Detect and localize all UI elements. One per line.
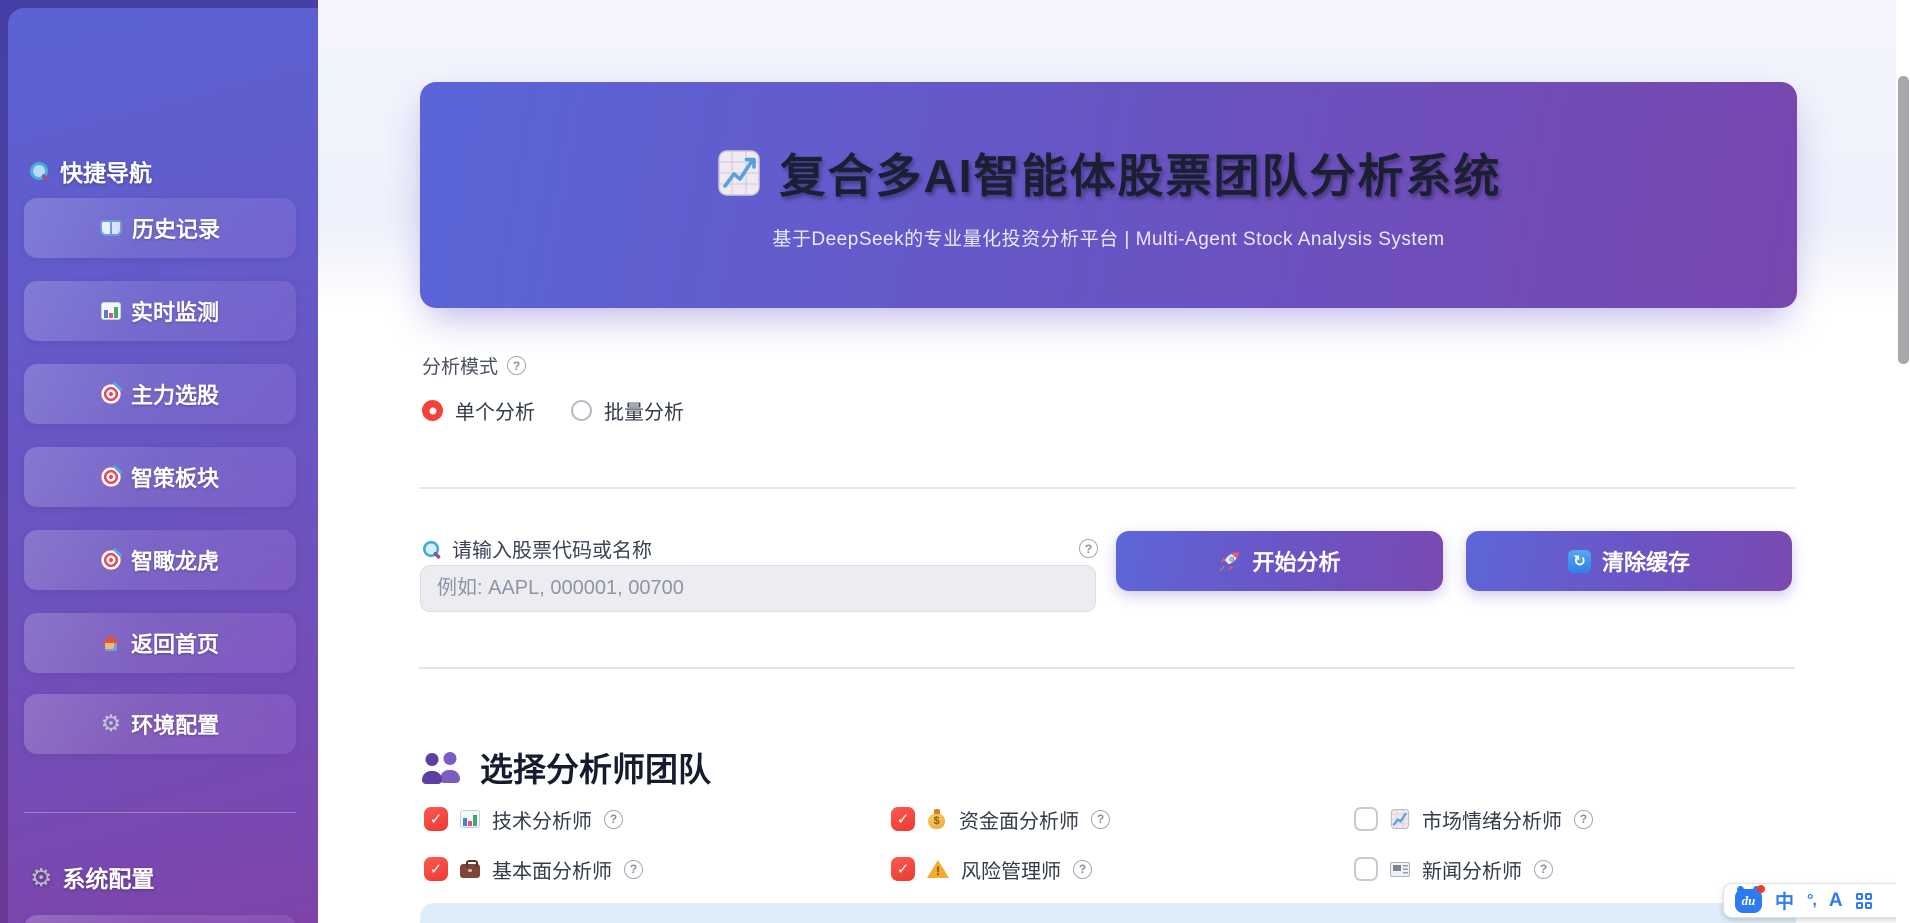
analyst-checkbox-fundamental[interactable]: ✓ 基本面分析师 ? — [424, 855, 891, 884]
team-section-title: 选择分析师团队 — [480, 743, 711, 791]
users-icon — [422, 752, 464, 783]
radio-unselected-icon[interactable] — [571, 400, 592, 421]
help-icon[interactable]: ? — [624, 860, 643, 879]
main-content: 复合多AI智能体股票团队分析系统 基于DeepSeek的专业量化投资分析平台 |… — [318, 0, 1910, 923]
ime-menu-grid-icon[interactable] — [1856, 893, 1872, 909]
sidebar-item-realtime-monitor[interactable]: 实时监测 — [24, 281, 296, 341]
magnifier-icon — [423, 540, 441, 558]
help-icon[interactable]: ? — [1574, 810, 1593, 829]
chart-increasing-icon — [716, 150, 762, 196]
page-title: 复合多AI智能体股票团队分析系统 — [780, 140, 1502, 206]
gear-icon: ⚙ — [30, 865, 52, 890]
sidebar-item-partial[interactable] — [24, 915, 296, 923]
target-icon — [101, 550, 121, 570]
radio-batch-analysis[interactable]: 批量分析 — [571, 396, 684, 425]
bar-chart-icon — [460, 810, 480, 828]
sidebar-divider — [24, 812, 296, 813]
stock-input-label-row: 请输入股票代码或名称 ? — [422, 534, 1098, 563]
book-icon — [100, 220, 122, 236]
checkbox-checked-icon[interactable]: ✓ — [424, 857, 448, 881]
scrollbar-track[interactable] — [1896, 0, 1910, 923]
magnifier-icon — [30, 161, 50, 181]
stock-input-label: 请输入股票代码或名称 — [422, 534, 652, 563]
gear-icon: ⚙ — [101, 713, 122, 736]
analyst-checkbox-market-sentiment[interactable]: 市场情绪分析师 ? — [1354, 805, 1799, 834]
checkbox-checked-icon[interactable]: ✓ — [424, 807, 448, 831]
radio-selected-icon[interactable] — [422, 400, 443, 421]
header-banner: 复合多AI智能体股票团队分析系统 基于DeepSeek的专业量化投资分析平台 |… — [420, 82, 1797, 308]
sidebar-nav-header: 快捷导航 — [30, 154, 152, 188]
warning-icon — [927, 859, 949, 879]
checkbox-checked-icon[interactable]: ✓ — [891, 857, 915, 881]
refresh-icon: ↻ — [1568, 550, 1591, 573]
sidebar-system-header: ⚙ 系统配置 — [30, 860, 154, 894]
target-icon — [101, 384, 121, 404]
help-icon[interactable]: ? — [604, 810, 623, 829]
sidebar-item-env-config[interactable]: ⚙ 环境配置 — [24, 694, 296, 754]
analyst-checkbox-news[interactable]: 新闻分析师 ? — [1354, 855, 1799, 884]
ime-font-button[interactable]: A — [1829, 890, 1843, 912]
briefcase-icon — [460, 864, 480, 878]
help-icon[interactable]: ? — [1079, 539, 1098, 558]
sidebar-item-dragon-tiger[interactable]: 智瞰龙虎 — [24, 530, 296, 590]
help-icon[interactable]: ? — [507, 356, 526, 375]
help-icon[interactable]: ? — [1073, 860, 1092, 879]
sidebar-item-smart-sectors[interactable]: 智策板块 — [24, 447, 296, 507]
start-analysis-button[interactable]: 开始分析 — [1116, 531, 1443, 591]
rocket-icon — [1218, 550, 1241, 573]
analyst-checkbox-capital-flow[interactable]: ✓ 资金面分析师 ? — [891, 805, 1354, 834]
system-header-label: 系统配置 — [62, 860, 154, 894]
clear-cache-button[interactable]: ↻ 清除缓存 — [1466, 531, 1792, 591]
radio-single-analysis[interactable]: 单个分析 — [422, 396, 535, 425]
team-section-header: 选择分析师团队 — [422, 743, 711, 791]
divider — [419, 667, 1795, 669]
help-icon[interactable]: ? — [1534, 860, 1553, 879]
app-window: 快捷导航 历史记录 实时监测 主力选股 智策板块 智瞰龙虎 返回首页 ⚙ 环境 — [0, 0, 1910, 923]
sidebar-item-home[interactable]: 返回首页 — [24, 613, 296, 673]
analyst-checkbox-risk[interactable]: ✓ 风险管理师 ? — [891, 855, 1354, 884]
checkbox-unchecked-icon[interactable] — [1354, 807, 1378, 831]
target-icon — [101, 467, 121, 487]
sidebar: 快捷导航 历史记录 实时监测 主力选股 智策板块 智瞰龙虎 返回首页 ⚙ 环境 — [8, 8, 318, 923]
sidebar-item-main-stock-pick[interactable]: 主力选股 — [24, 364, 296, 424]
chart-up-icon — [1390, 809, 1410, 829]
nav-header-label: 快捷导航 — [60, 154, 152, 188]
banner-title-row: 复合多AI智能体股票团队分析系统 — [716, 140, 1502, 206]
checkbox-unchecked-icon[interactable] — [1354, 857, 1378, 881]
analyst-checkbox-grid: ✓ 技术分析师 ? ✓ 资金面分析师 ? 市场情绪分析师 ? — [424, 806, 1799, 882]
analyst-checkbox-technical[interactable]: ✓ 技术分析师 ? — [424, 805, 891, 834]
analysis-mode-radio-group: 单个分析 批量分析 — [422, 396, 684, 425]
page-subtitle: 基于DeepSeek的专业量化投资分析平台 | Multi-Agent Stoc… — [772, 224, 1444, 251]
ime-toolbar: du 中 °, A — [1723, 883, 1905, 918]
money-bag-icon — [927, 809, 947, 829]
stock-code-input[interactable] — [420, 565, 1096, 612]
info-panel — [420, 903, 1796, 923]
checkbox-checked-icon[interactable]: ✓ — [891, 807, 915, 831]
newspaper-icon — [1390, 862, 1410, 877]
baidu-ime-logo-icon[interactable]: du — [1735, 889, 1762, 913]
help-icon[interactable]: ? — [1091, 810, 1110, 829]
scrollbar-thumb[interactable] — [1898, 76, 1909, 364]
home-icon — [101, 635, 121, 652]
bar-chart-icon — [101, 302, 121, 320]
ime-punctuation-button[interactable]: °, — [1807, 892, 1816, 910]
sidebar-item-history[interactable]: 历史记录 — [24, 198, 296, 258]
analysis-mode-label: 分析模式 ? — [422, 352, 526, 379]
ime-language-mode-button[interactable]: 中 — [1775, 887, 1794, 914]
divider — [419, 487, 1795, 489]
